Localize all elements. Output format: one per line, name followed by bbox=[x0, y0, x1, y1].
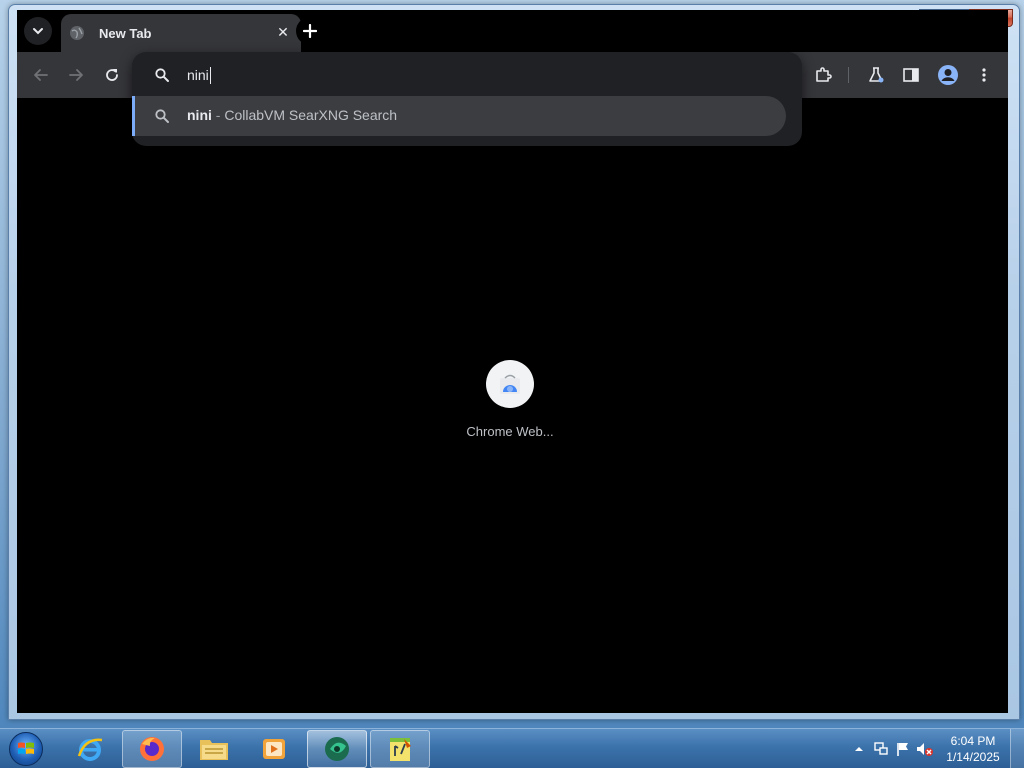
more-vertical-icon bbox=[982, 68, 986, 82]
network-icon bbox=[874, 742, 888, 755]
reload-button[interactable] bbox=[100, 63, 124, 87]
taskbar-app-notepad[interactable] bbox=[370, 730, 430, 768]
suggestion-separator: - bbox=[211, 107, 225, 123]
side-panel-button[interactable] bbox=[899, 63, 923, 87]
search-icon bbox=[155, 68, 169, 82]
shortcut-label: Chrome Web... bbox=[466, 424, 554, 439]
show-hidden-icons[interactable] bbox=[848, 738, 870, 760]
clock-time: 6:04 PM bbox=[950, 734, 996, 748]
tab-search-button[interactable] bbox=[24, 17, 52, 45]
flag-icon bbox=[897, 743, 908, 756]
toolbar-divider bbox=[848, 67, 849, 83]
clock-date: 1/14/2025 bbox=[946, 750, 1000, 764]
taskbar-file-explorer[interactable] bbox=[184, 730, 244, 768]
system-tray: 6:04 PM 1/14/2025 bbox=[848, 729, 1024, 768]
internet-explorer-icon bbox=[77, 738, 103, 761]
firefox-icon bbox=[140, 737, 164, 761]
flask-icon bbox=[869, 67, 884, 83]
address-bar-value: nini bbox=[187, 67, 209, 83]
chevron-up-icon bbox=[855, 747, 863, 751]
speaker-muted-icon bbox=[917, 743, 933, 756]
arrow-left-icon bbox=[34, 69, 48, 81]
search-icon bbox=[155, 109, 169, 123]
puzzle-icon bbox=[816, 67, 832, 82]
suggestion-selected-indicator bbox=[132, 96, 135, 136]
new-tab-button[interactable] bbox=[296, 17, 324, 45]
taskbar-internet-explorer[interactable] bbox=[60, 730, 120, 768]
extensions-button[interactable] bbox=[811, 63, 835, 87]
start-button[interactable] bbox=[6, 730, 46, 768]
text-caret bbox=[209, 66, 211, 84]
shortcut-tile bbox=[486, 360, 534, 408]
notepad-icon bbox=[390, 738, 411, 761]
chrome-browser: New Tab ✕ nini nini - CollabVM SearXNG S… bbox=[17, 10, 1008, 713]
omnibox-input-row[interactable]: nini bbox=[132, 52, 802, 98]
taskbar-firefox[interactable] bbox=[122, 730, 182, 768]
arrow-right-icon bbox=[69, 69, 83, 81]
forward-button[interactable] bbox=[64, 63, 88, 87]
suggestion-text: nini - CollabVM SearXNG Search bbox=[187, 107, 397, 123]
volume-tray-icon[interactable] bbox=[914, 738, 936, 760]
action-center-tray-icon[interactable] bbox=[892, 738, 914, 760]
windows-logo-icon bbox=[9, 732, 43, 766]
back-button[interactable] bbox=[29, 63, 53, 87]
omnibox-popup: nini nini - CollabVM SearXNG Search bbox=[132, 52, 802, 146]
side-panel-icon bbox=[903, 68, 919, 82]
close-tab-icon[interactable]: ✕ bbox=[273, 23, 293, 43]
suggestion-engine: CollabVM SearXNG Search bbox=[224, 107, 398, 123]
reload-icon bbox=[106, 69, 118, 81]
tab-strip: New Tab ✕ bbox=[17, 10, 1008, 52]
chevron-down-icon bbox=[33, 28, 43, 35]
windows-taskbar: 6:04 PM 1/14/2025 bbox=[0, 728, 1024, 768]
profile-button[interactable] bbox=[936, 63, 960, 87]
menu-button[interactable] bbox=[972, 63, 996, 87]
show-desktop-button[interactable] bbox=[1010, 729, 1024, 768]
globe-icon bbox=[69, 25, 85, 41]
omnibox-suggestion[interactable]: nini - CollabVM SearXNG Search bbox=[132, 96, 786, 136]
app-green-icon bbox=[325, 737, 349, 761]
plus-icon bbox=[303, 24, 317, 38]
folder-icon bbox=[200, 740, 228, 760]
labs-button[interactable] bbox=[864, 63, 888, 87]
tab-title: New Tab bbox=[99, 25, 152, 41]
network-tray-icon[interactable] bbox=[870, 738, 892, 760]
shortcut-chrome-web-store[interactable]: Chrome Web... bbox=[457, 360, 563, 450]
media-player-icon bbox=[263, 739, 285, 759]
taskbar-app-green[interactable] bbox=[307, 730, 367, 768]
system-clock[interactable]: 6:04 PM 1/14/2025 bbox=[936, 733, 1010, 765]
taskbar-media-player[interactable] bbox=[244, 730, 304, 768]
address-bar-input[interactable]: nini bbox=[187, 64, 211, 86]
web-store-icon bbox=[500, 374, 520, 394]
new-tab-page: Chrome Web... bbox=[17, 98, 1008, 713]
tab-new-tab[interactable]: New Tab ✕ bbox=[61, 14, 301, 52]
avatar-icon bbox=[938, 65, 958, 85]
suggestion-query: nini bbox=[187, 107, 212, 123]
